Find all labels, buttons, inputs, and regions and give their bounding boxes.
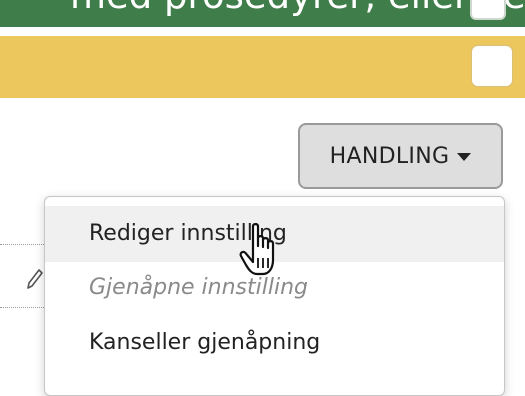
action-button-label: HANDLING [329,143,450,169]
top-banner-checkbox[interactable] [470,0,506,20]
menu-item-cancel-reopening[interactable]: Kanseller gjenåpning [45,315,504,371]
hand-pointer-cursor [239,223,275,276]
row-checkbox[interactable] [471,45,513,87]
menu-item-label: Kanseller gjenåpning [89,330,321,355]
pencil-icon[interactable] [26,268,44,290]
highlighted-row [0,36,525,98]
top-banner: med prosedyrer, eller ved å legge til en [0,0,525,27]
action-dropdown-button[interactable]: HANDLING [298,123,503,189]
caret-down-icon [457,153,472,161]
top-banner-text: med prosedyrer, eller ved å legge til en [70,0,525,16]
